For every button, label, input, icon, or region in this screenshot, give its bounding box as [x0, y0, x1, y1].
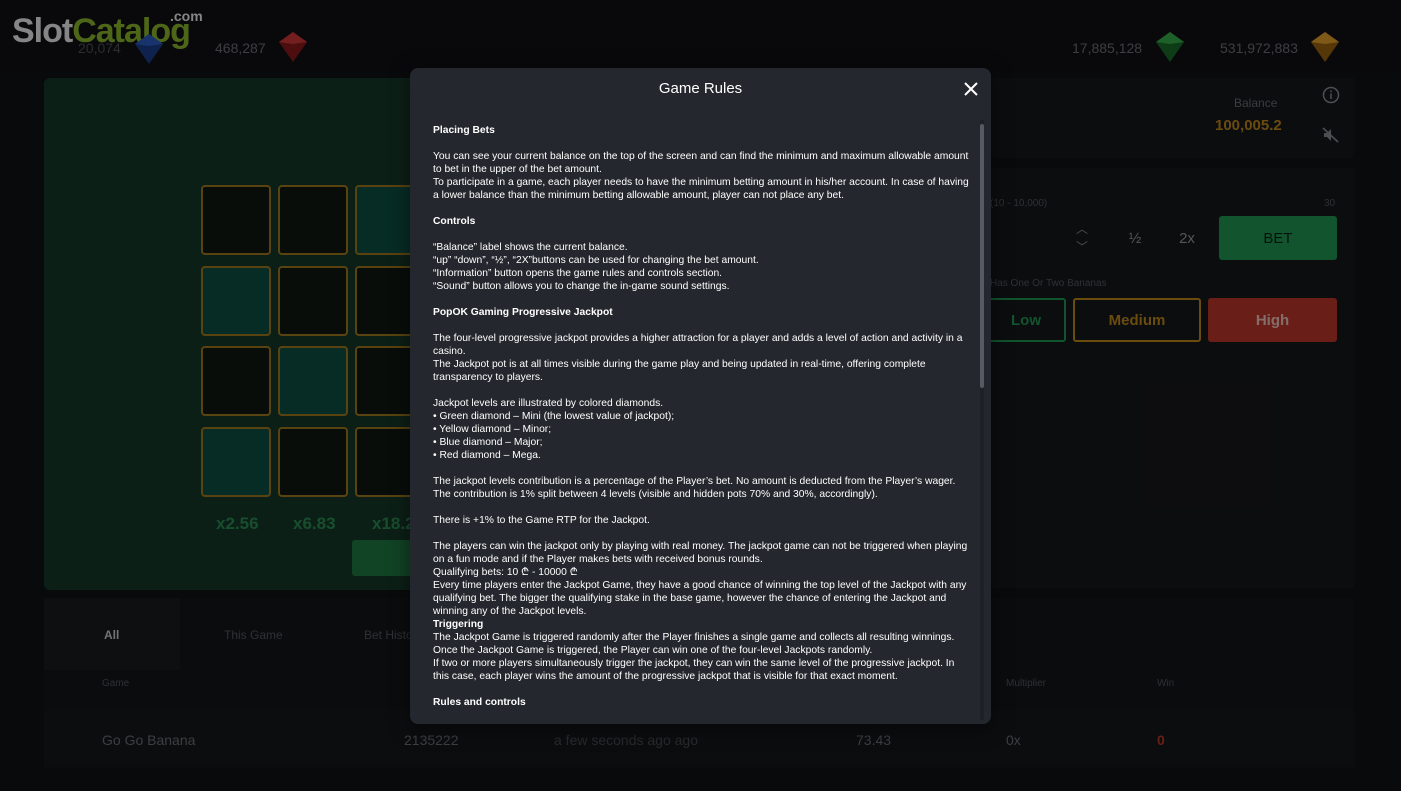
- section-text: The jackpot levels contribution is a per…: [433, 476, 956, 500]
- section-text: “Balance” label shows the current balanc…: [433, 242, 759, 292]
- section-text: The four-level progressive jackpot provi…: [433, 333, 963, 383]
- section-heading: Triggering: [433, 619, 484, 630]
- section-text: Jackpot levels are illustrated by colore…: [433, 398, 675, 461]
- section-text: The Jackpot Game is triggered randomly a…: [433, 632, 955, 682]
- modal-title: Game Rules: [658, 80, 743, 97]
- game-rules-modal: Game Rules Placing Bets You can see your…: [410, 68, 991, 724]
- section-text: There is +1% to the Game RTP for the Jac…: [433, 515, 650, 526]
- scrollbar-thumb[interactable]: [980, 124, 984, 388]
- section-heading: Rules and controls: [433, 697, 526, 708]
- rules-content: Placing Bets You can see your current ba…: [433, 120, 973, 724]
- section-heading: Placing Bets: [433, 125, 495, 136]
- section-heading: Controls: [433, 216, 476, 227]
- section-text: The players can win the jackpot only by …: [433, 541, 968, 617]
- close-icon[interactable]: [962, 80, 980, 98]
- section-text: You can see your current balance on the …: [433, 151, 969, 201]
- game-screen: SlotCatalog .com 20,074 468,287 17,885,1…: [0, 0, 1401, 791]
- section-heading: PopOK Gaming Progressive Jackpot: [433, 307, 613, 318]
